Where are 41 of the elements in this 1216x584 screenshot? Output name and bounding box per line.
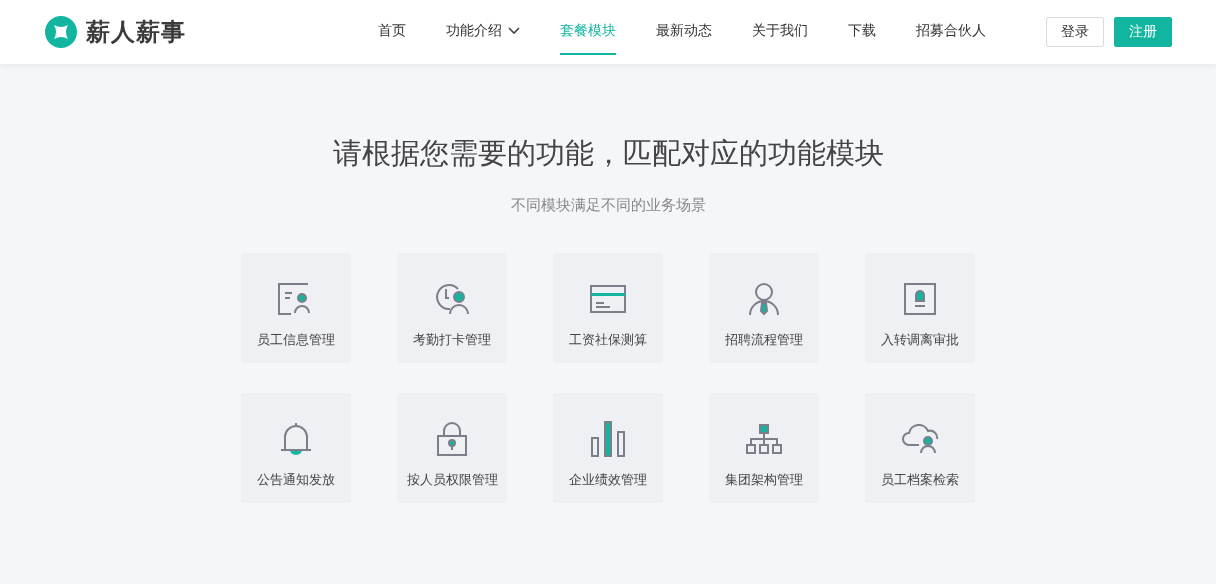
module-card[interactable]: 员工档案检索: [865, 393, 975, 503]
org-chart-icon: [746, 424, 782, 454]
module-label: 工资社保测算: [569, 331, 647, 349]
module-card[interactable]: 员工信息管理: [241, 253, 351, 363]
module-card[interactable]: 工资社保测算: [553, 253, 663, 363]
module-card[interactable]: 入转调离审批: [865, 253, 975, 363]
nav-link[interactable]: 最新动态: [656, 9, 712, 55]
module-card[interactable]: 招聘流程管理: [709, 253, 819, 363]
lock-icon: [437, 422, 467, 456]
module-label: 员工信息管理: [257, 331, 335, 349]
nav-link[interactable]: 招募合伙人: [916, 9, 986, 55]
module-label: 员工档案检索: [881, 471, 959, 489]
card-icon: [590, 285, 626, 313]
nav-link[interactable]: 功能介绍: [446, 9, 520, 55]
chevron-down-icon: [508, 27, 520, 35]
module-card[interactable]: 集团架构管理: [709, 393, 819, 503]
module-card[interactable]: 企业绩效管理: [553, 393, 663, 503]
nav-link[interactable]: 下载: [848, 9, 876, 55]
module-card[interactable]: 考勤打卡管理: [397, 253, 507, 363]
logo-icon: [44, 15, 78, 49]
module-label: 考勤打卡管理: [413, 331, 491, 349]
module-label: 公告通知发放: [257, 471, 335, 489]
module-label: 招聘流程管理: [725, 331, 803, 349]
brand-name: 薪人薪事: [86, 17, 186, 48]
page-heading: 请根据您需要的功能，匹配对应的功能模块: [332, 135, 884, 172]
clock-person-icon: [434, 283, 470, 315]
id-badge-icon: [904, 283, 936, 315]
nav-link[interactable]: 关于我们: [752, 9, 808, 55]
module-card[interactable]: 公告通知发放: [241, 393, 351, 503]
login-button[interactable]: 登录: [1046, 17, 1104, 47]
cloud-person-icon: [901, 424, 939, 454]
module-label: 按人员权限管理: [406, 471, 498, 489]
nav-link[interactable]: 首页: [378, 9, 406, 55]
module-card[interactable]: 按人员权限管理: [397, 393, 507, 503]
bar-chart-icon: [590, 421, 626, 457]
module-label: 企业绩效管理: [569, 471, 647, 489]
page-subheading: 不同模块满足不同的业务场景: [510, 196, 706, 215]
module-label: 入转调离审批: [881, 331, 959, 349]
person-tie-icon: [748, 282, 780, 316]
module-label: 集团架构管理: [725, 471, 803, 489]
bell-icon: [280, 422, 312, 456]
